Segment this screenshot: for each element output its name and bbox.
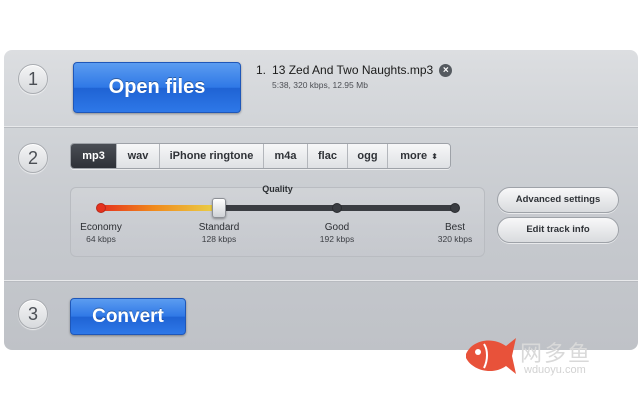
step-format-section: 2 mp3 wav iPhone ringtone m4a flac ogg m… [4, 126, 638, 280]
quality-label-good: Good 192 kbps [297, 222, 377, 244]
more-label: more [400, 150, 428, 162]
file-list-item: 1. 13 Zed And Two Naughts.mp3 × 5:38, 32… [256, 63, 453, 90]
quality-kbps: 192 kbps [319, 234, 355, 244]
quality-stop-best[interactable] [450, 203, 460, 213]
convert-button[interactable]: Convert [70, 298, 186, 335]
quality-kbps: 64 kbps [86, 234, 116, 244]
format-tab-ogg[interactable]: ogg [348, 144, 388, 168]
open-files-button[interactable]: Open files [73, 62, 241, 113]
format-tab-mp3[interactable]: mp3 [71, 144, 117, 168]
quality-kbps: 128 kbps [201, 234, 237, 244]
quality-name: Economy [80, 222, 122, 233]
quality-name: Best [444, 222, 465, 233]
close-circle-icon[interactable]: × [439, 63, 453, 77]
step-number-3: 3 [18, 299, 48, 329]
step-number-2: 2 [18, 143, 48, 173]
watermark-url: wduoyu.com [524, 364, 586, 376]
quality-slider-box: Quality Economy 64 kbps Standard 128 kbp… [70, 184, 485, 257]
updown-arrow-icon: ⬍ [431, 152, 438, 161]
step-number-1: 1 [18, 64, 48, 94]
file-index: 1. [256, 63, 267, 77]
file-name: 13 Zed And Two Naughts.mp3 [272, 63, 434, 77]
file-meta: 5:38, 320 kbps, 12.95 Mb [272, 80, 368, 90]
quality-name: Good [324, 222, 350, 233]
quality-slider-handle[interactable] [212, 198, 226, 218]
quality-kbps: 320 kbps [437, 234, 473, 244]
quality-stop-economy[interactable] [96, 203, 106, 213]
format-tab-iphone-ringtone[interactable]: iPhone ringtone [160, 144, 264, 168]
quality-stop-good[interactable] [332, 203, 342, 213]
watermark: 网多鱼 wduoyu.com [462, 330, 632, 386]
format-tab-m4a[interactable]: m4a [264, 144, 308, 168]
quality-title: Quality [262, 184, 293, 194]
advanced-settings-button[interactable]: Advanced settings [497, 187, 619, 213]
quality-label-best: Best 320 kbps [415, 222, 495, 244]
quality-label-economy: Economy 64 kbps [61, 222, 141, 244]
quality-name: Standard [198, 222, 240, 233]
format-tab-wav[interactable]: wav [117, 144, 160, 168]
quality-track[interactable] [101, 205, 455, 211]
quality-track-fill [101, 205, 219, 211]
edit-track-info-button[interactable]: Edit track info [497, 217, 619, 243]
quality-label-standard: Standard 128 kbps [179, 222, 259, 244]
converter-panel: 1 Open files 1. 13 Zed And Two Naughts.m… [4, 50, 638, 350]
format-tabs: mp3 wav iPhone ringtone m4a flac ogg mor… [70, 143, 451, 169]
format-tab-more[interactable]: more ⬍ [388, 144, 450, 168]
fish-logo-icon [466, 338, 516, 374]
step-open-section: 1 Open files 1. 13 Zed And Two Naughts.m… [4, 50, 638, 126]
format-tab-flac[interactable]: flac [308, 144, 348, 168]
